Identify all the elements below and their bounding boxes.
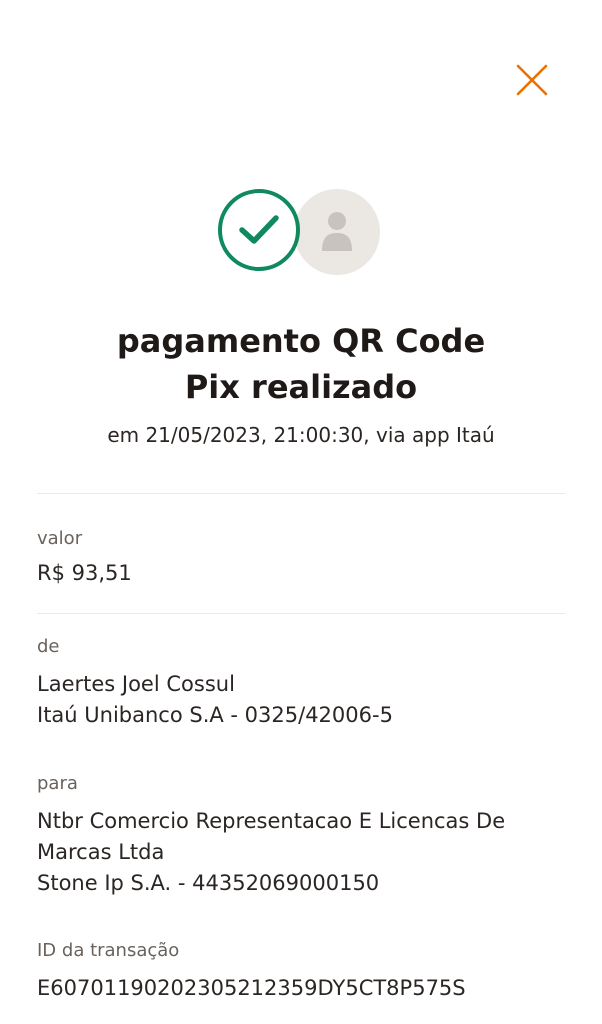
check-icon [239, 215, 279, 244]
payer-bank: Itaú Unibanco S.A - 0325/42006-5 [37, 703, 393, 727]
check-circle [218, 189, 300, 271]
divider [37, 613, 565, 614]
de-label: de [37, 636, 60, 657]
para-label: para [37, 773, 78, 794]
de-value: Laertes Joel Cossul Itaú Unibanco S.A - … [37, 669, 567, 731]
title-line-2: Pix realizado [184, 368, 418, 406]
status-icons [218, 189, 384, 279]
payee-name: Ntbr Comercio Representacao E Licencas D… [37, 809, 506, 864]
title-line-1: pagamento QR Code [116, 322, 486, 360]
valor-label: valor [37, 528, 83, 549]
transaction-timestamp: em 21/05/2023, 21:00:30, via app Itaú [107, 423, 495, 447]
payee-bank: Stone Ip S.A. - 44352069000150 [37, 871, 380, 895]
transaction-id-label: ID da transação [37, 940, 180, 961]
para-value: Ntbr Comercio Representacao E Licencas D… [37, 806, 567, 899]
divider [37, 493, 565, 494]
page-title: pagamento QR Code Pix realizado [0, 318, 602, 410]
close-icon[interactable] [512, 60, 552, 100]
transaction-id-value: E60701190202305212359DY5CT8P575S [37, 976, 466, 1000]
avatar [294, 189, 380, 275]
person-icon [322, 212, 352, 251]
close-button[interactable] [512, 60, 552, 100]
payer-name: Laertes Joel Cossul [37, 672, 235, 696]
valor-value: R$ 93,51 [37, 561, 132, 585]
